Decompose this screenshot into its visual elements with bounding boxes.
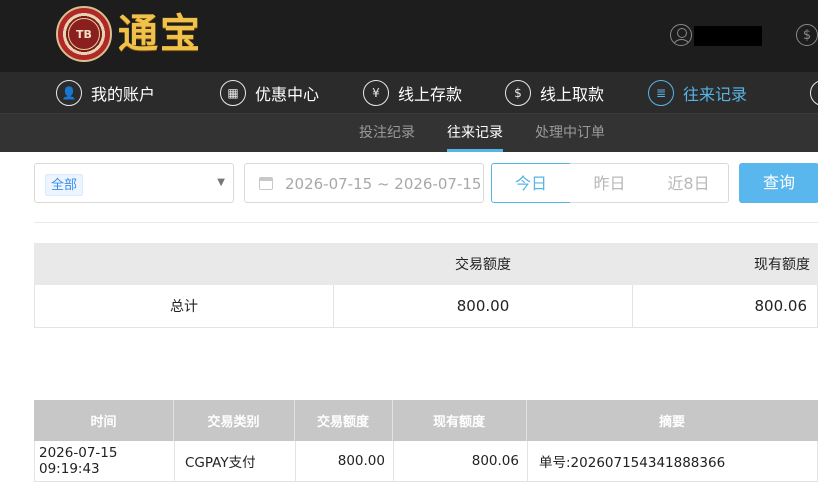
chevron-down-icon[interactable]: ▼: [217, 177, 225, 188]
date-range-value: 2026-07-15 ~ 2026-07-15: [285, 175, 482, 193]
column-header-note: 摘要: [658, 415, 685, 430]
calendar-icon: [259, 177, 273, 190]
nav-item-records[interactable]: ≣ 往来记录: [648, 72, 747, 114]
redacted-username[interactable]: [694, 26, 762, 46]
tab-transactions[interactable]: 往来记录: [447, 114, 503, 152]
nav-item-label: 往来记录: [683, 85, 748, 104]
summary-total-label: 总计: [170, 299, 198, 315]
row-balance: 800.06: [471, 453, 519, 469]
more-icon: [810, 80, 818, 106]
withdraw-icon: $: [505, 80, 531, 106]
summary-table-header: 交易额度 现有额度: [34, 243, 818, 285]
row-amount: 800.00: [337, 453, 385, 469]
nav-item-deposit[interactable]: ¥ 线上存款: [363, 72, 462, 114]
nav-item-label: 我的账户: [91, 85, 156, 104]
column-header-time: 时间: [90, 415, 117, 430]
column-header-balance: 现有额度: [432, 415, 485, 430]
nav-item-label: 线上存款: [398, 85, 463, 104]
summary-header-balance: 现有额度: [754, 257, 810, 273]
table-row: 2026-07-15 09:19:43 CGPAY支付 800.00 800.0…: [34, 441, 818, 482]
tab-pending-orders[interactable]: 处理中订单: [535, 114, 605, 152]
main-nav: 👤 我的账户 ▦ 优惠中心 ¥ 线上存款 $ 线上取款 ≣ 往来记录: [0, 72, 818, 114]
nav-item-label: 线上取款: [540, 85, 605, 104]
nav-item-label: 优惠中心: [255, 85, 320, 104]
row-note: 单号:202607154341888366: [539, 455, 726, 471]
divider: [34, 222, 818, 223]
row-time: 2026-07-15 09:19:43: [39, 445, 118, 477]
logo-chip[interactable]: TB: [56, 6, 112, 62]
nav-item-more[interactable]: [810, 72, 818, 114]
column-header-amount: 交易额度: [316, 415, 369, 430]
summary-total-row: 总计 800.00 800.06: [34, 285, 818, 328]
row-type: CGPAY支付: [185, 455, 256, 471]
user-icon[interactable]: [670, 24, 692, 46]
column-divider: [174, 441, 175, 481]
column-header-type: 交易类别: [207, 415, 260, 430]
query-button[interactable]: 查询: [739, 163, 818, 203]
deposit-icon: ¥: [363, 80, 389, 106]
brand-name[interactable]: 通宝: [118, 10, 202, 58]
nav-item-withdraw[interactable]: $ 线上取款: [505, 72, 604, 114]
quick-last-8-days-button[interactable]: 近8日: [649, 163, 729, 203]
tab-bet-records[interactable]: 投注纪录: [359, 114, 415, 152]
summary-total-amount: 800.00: [456, 297, 510, 315]
quick-today-button[interactable]: 今日: [491, 163, 571, 203]
records-icon: ≣: [648, 80, 674, 106]
nav-item-my-account[interactable]: 👤 我的账户: [56, 72, 155, 114]
nav-item-promotions[interactable]: ▦ 优惠中心: [220, 72, 319, 114]
summary-header-amount: 交易额度: [455, 257, 511, 273]
selected-type-tag[interactable]: 全部: [45, 174, 84, 196]
dollar-icon[interactable]: $: [796, 24, 818, 46]
transaction-type-select[interactable]: 全部 ▼: [34, 163, 234, 203]
logo-chip-text: TB: [68, 18, 100, 50]
user-icon: 👤: [56, 80, 82, 106]
top-header: TB 通宝 $: [0, 0, 818, 72]
sub-nav: 投注纪录 往来记录 处理中订单: [0, 114, 818, 152]
gift-icon: ▦: [220, 80, 246, 106]
detail-table-header: 时间 交易类别 交易额度 现有额度 摘要: [34, 400, 818, 441]
column-divider: [527, 441, 528, 481]
date-range-picker[interactable]: 2026-07-15 ~ 2026-07-15: [244, 163, 484, 203]
quick-yesterday-button[interactable]: 昨日: [570, 163, 650, 203]
summary-total-balance: 800.06: [754, 297, 808, 315]
